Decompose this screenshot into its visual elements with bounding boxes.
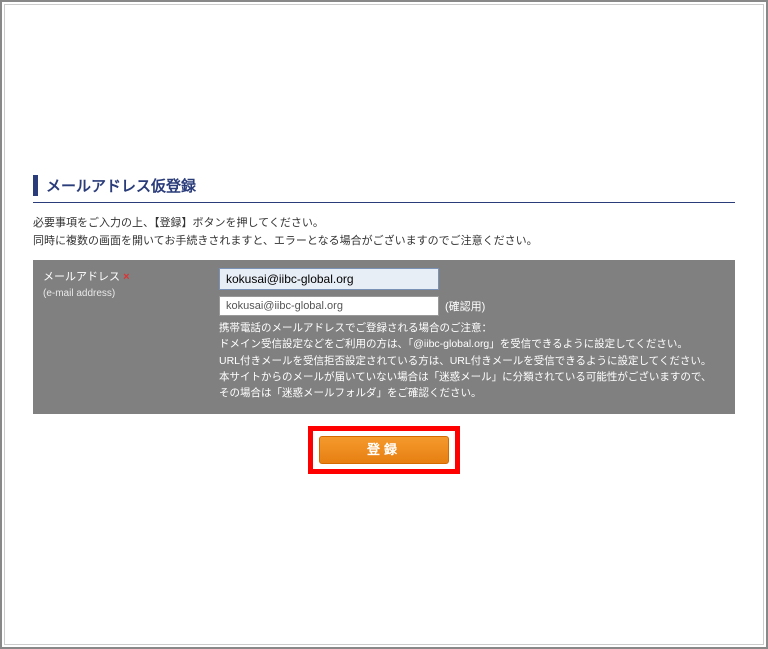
email-label: メールアドレス [43,271,120,283]
note-line-3: URL付きメールを受信拒否設定されている方は、URL付きメールを受信できるように… [219,355,711,367]
email-label-sub: (e-mail address) [43,288,115,299]
form-label-cell: メールアドレス × (e-mail address) [33,260,213,413]
note-line-5: その場合は「迷惑メールフォルダ」をご確認ください。 [219,387,482,399]
confirm-label: (確認用) [445,298,485,314]
form-input-cell: (確認用) 携帯電話のメールアドレスでご登録される場合のご注意： ドメイン受信設… [213,260,735,413]
required-mark: × [123,271,129,283]
email-confirm-input[interactable] [219,296,439,316]
note-line-4: 本サイトからのメールが届いていない場合は「迷惑メール」に分類されている可能性がご… [219,371,711,383]
register-button[interactable]: 登録 [319,436,449,464]
section-divider [33,202,735,203]
section-title: メールアドレス仮登録 [33,175,735,196]
note-line-2: ドメイン受信設定などをご利用の方は、「@iibc-global.org」を受信で… [219,338,688,350]
notes: 携帯電話のメールアドレスでご登録される場合のご注意： ドメイン受信設定などをご利… [219,320,725,401]
form-box: メールアドレス × (e-mail address) (確認用) 携帯電話のメー… [33,260,735,413]
intro-line-2: 同時に複数の画面を開いてお手続きされますと、エラーとなる場合がございますのでご注… [33,235,538,247]
intro-line-1: 必要事項をご入力の上、【登録】ボタンを押してください。 [33,217,324,229]
email-input[interactable] [219,268,439,290]
note-line-1: 携帯電話のメールアドレスでご登録される場合のご注意： [219,322,492,334]
submit-area: 登録 [33,426,735,474]
submit-highlight-box: 登録 [308,426,460,474]
intro-text: 必要事項をご入力の上、【登録】ボタンを押してください。 同時に複数の画面を開いて… [33,215,735,250]
